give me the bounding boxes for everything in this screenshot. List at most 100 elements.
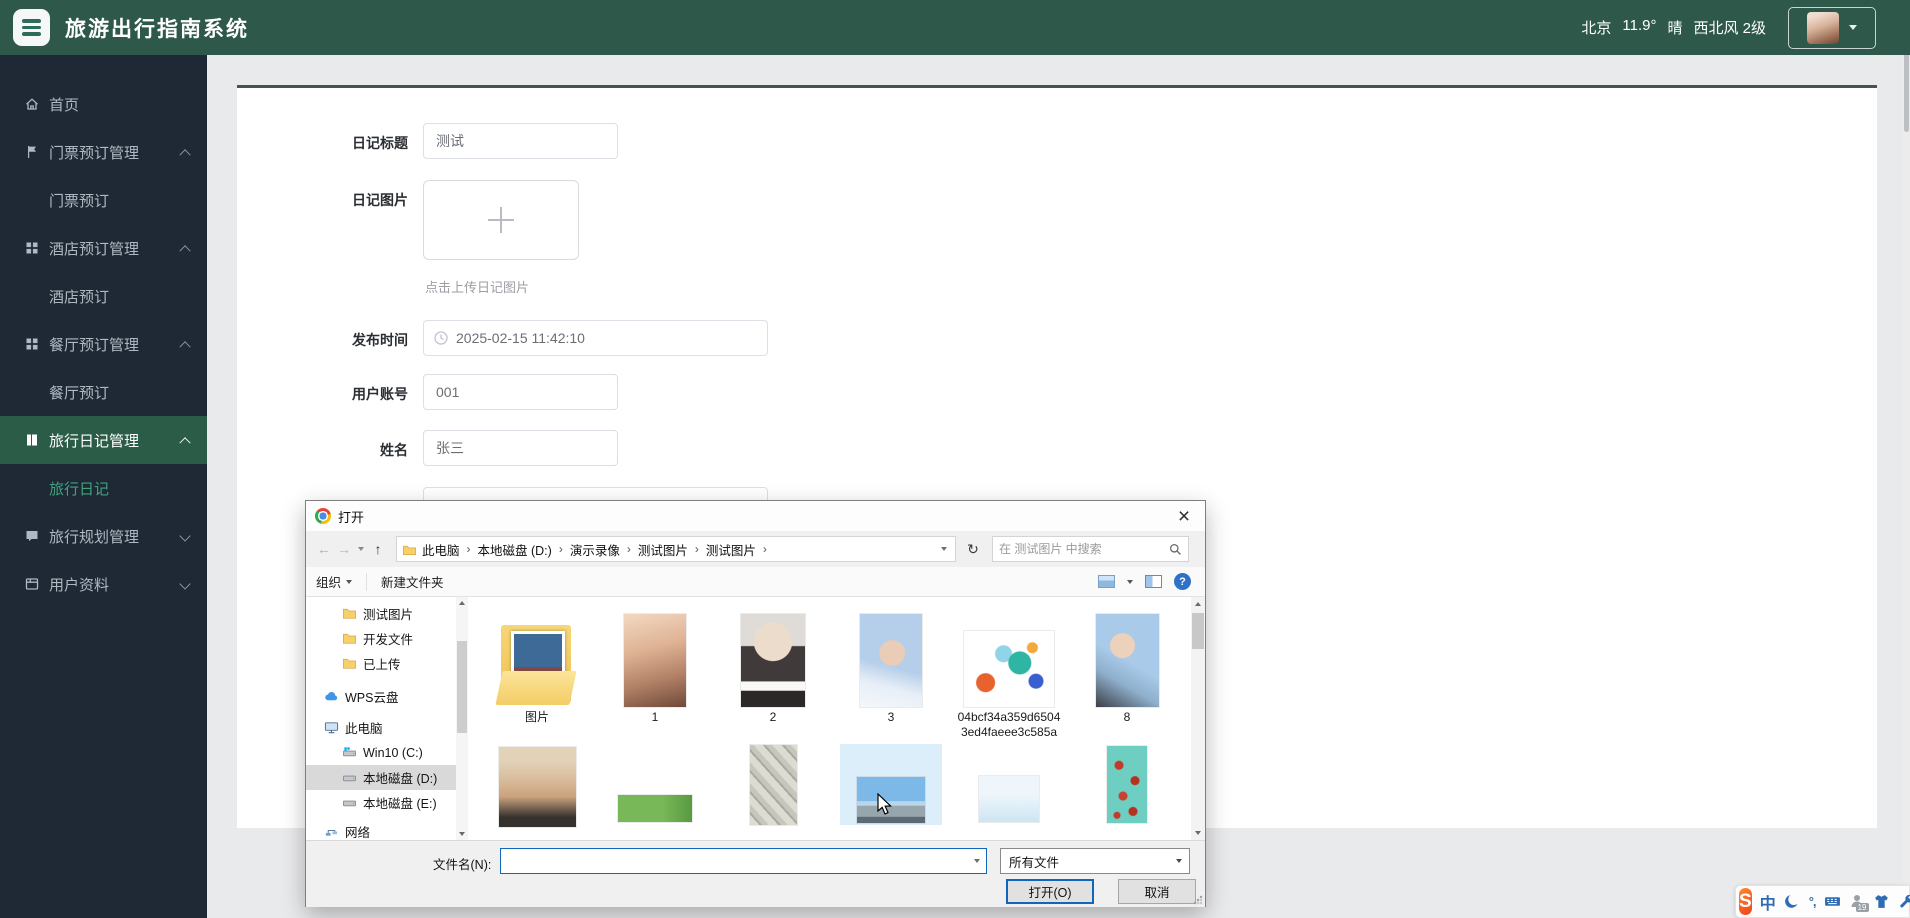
- file-tile-folder[interactable]: 图片: [478, 611, 596, 740]
- weather-city: 北京: [1581, 20, 1612, 37]
- ime-mode-toggle[interactable]: 中: [1760, 890, 1776, 914]
- keyboard-icon[interactable]: [1824, 893, 1841, 910]
- up-button[interactable]: [368, 537, 388, 561]
- chat-icon: [26, 531, 38, 542]
- user-menu[interactable]: [1788, 6, 1876, 49]
- sidebar-item-plan-mgmt[interactable]: 旅行规划管理: [0, 512, 207, 560]
- filetype-select[interactable]: 所有文件: [1000, 848, 1190, 874]
- filename-dropdown-icon[interactable]: [974, 859, 980, 863]
- publish-time-input[interactable]: [423, 320, 768, 356]
- organize-button[interactable]: 组织: [306, 567, 362, 596]
- file-thumbnail: [741, 614, 805, 707]
- file-thumbnail: [498, 747, 576, 827]
- tree-item-drive-e[interactable]: 本地磁盘 (E:): [306, 790, 468, 815]
- view-dropdown-icon[interactable]: [1127, 579, 1133, 584]
- breadcrumb-item[interactable]: 测试图片: [633, 540, 693, 559]
- tree-item-folder[interactable]: 已上传: [306, 651, 468, 676]
- wrench-icon[interactable]: [1898, 893, 1910, 910]
- weather-info: 北京 11.9° 晴 西北风 2级: [1581, 17, 1766, 38]
- help-icon[interactable]: [1174, 573, 1191, 590]
- sidebar-item-home[interactable]: 首页: [0, 80, 207, 128]
- image-upload-box[interactable]: [423, 180, 579, 260]
- sidebar-item-user-profile[interactable]: 用户资料: [0, 560, 207, 608]
- tree-item-drive-d[interactable]: 本地磁盘 (D:): [306, 765, 468, 790]
- chevron-up-icon: [179, 341, 191, 353]
- search-input[interactable]: [999, 542, 1169, 556]
- sidebar-item-travel-diary[interactable]: 旅行日记: [0, 464, 207, 512]
- search-box: [992, 536, 1189, 562]
- folder-icon: [343, 658, 356, 669]
- close-icon[interactable]: [1163, 501, 1205, 531]
- file-tile[interactable]: [596, 744, 714, 827]
- breadcrumb-item[interactable]: 本地磁盘 (D:): [473, 540, 557, 559]
- file-tile[interactable]: 04bcf34a359d65043ed4faeee3c585a: [950, 611, 1068, 740]
- file-tile[interactable]: [950, 744, 1068, 827]
- sidebar-item-restaurant-mgmt[interactable]: 餐厅预订管理: [0, 320, 207, 368]
- breadcrumb-item[interactable]: 测试图片: [701, 540, 761, 559]
- file-name: 3: [887, 710, 895, 724]
- resize-grip[interactable]: [1193, 895, 1203, 905]
- sidebar-item-hotel-booking[interactable]: 酒店预订: [0, 272, 207, 320]
- file-tile[interactable]: 2: [714, 611, 832, 740]
- breadcrumb-item[interactable]: 此电脑: [417, 540, 465, 559]
- list-scrollbar-thumb[interactable]: [1192, 613, 1204, 649]
- file-tile[interactable]: 1: [596, 611, 714, 740]
- tree-scrollbar[interactable]: [456, 597, 468, 840]
- page-scrollbar[interactable]: [1903, 0, 1910, 918]
- chevron-up-icon: [179, 245, 191, 257]
- tree-item-this-pc[interactable]: 此电脑: [306, 715, 468, 740]
- sidebar-item-restaurant-booking[interactable]: 餐厅预订: [0, 368, 207, 416]
- refresh-button[interactable]: [962, 537, 984, 561]
- tree-item-folder[interactable]: 开发文件: [306, 626, 468, 651]
- tree-item-wps-cloud[interactable]: WPS云盘: [306, 684, 468, 709]
- scroll-up-icon[interactable]: [456, 597, 468, 609]
- back-button[interactable]: [314, 537, 334, 561]
- open-button[interactable]: 打开(O): [1006, 879, 1094, 904]
- folder-icon: [403, 545, 416, 555]
- file-tile[interactable]: [714, 744, 832, 827]
- folder-tree: 测试图片 开发文件 已上传 WPS云盘 此电脑 Win10 (C:) 本地磁盘 …: [306, 597, 468, 840]
- preview-pane-icon[interactable]: [1145, 575, 1162, 588]
- scroll-up-icon[interactable]: [1191, 597, 1205, 611]
- sogou-logo-icon[interactable]: [1739, 888, 1752, 915]
- cancel-button[interactable]: 取消: [1118, 879, 1196, 904]
- folder-icon: [343, 608, 356, 619]
- open-file-dialog: 打开 此电脑 本地磁盘 (D:) 演示录像 测试图片 测试图片: [305, 500, 1206, 907]
- user-account-input[interactable]: [423, 374, 618, 410]
- sidebar-item-hotel-mgmt[interactable]: 酒店预订管理: [0, 224, 207, 272]
- name-input[interactable]: [423, 430, 618, 466]
- tree-item-folder[interactable]: 测试图片: [306, 601, 468, 626]
- tree-item-drive-c[interactable]: Win10 (C:): [306, 740, 468, 765]
- tshirt-icon[interactable]: [1873, 893, 1890, 910]
- breadcrumb-dropdown-icon[interactable]: [941, 547, 947, 551]
- moon-icon[interactable]: [1784, 893, 1801, 910]
- new-folder-button[interactable]: 新建文件夹: [371, 567, 454, 596]
- file-tile[interactable]: 8: [1068, 611, 1186, 740]
- diary-title-input[interactable]: [423, 123, 618, 159]
- forward-button[interactable]: [334, 537, 354, 561]
- breadcrumb-item[interactable]: 演示录像: [565, 540, 625, 559]
- punctuation-icon[interactable]: [1809, 894, 1816, 909]
- file-tile[interactable]: [1068, 744, 1186, 827]
- history-dropdown-icon[interactable]: [354, 537, 368, 561]
- user-skin-icon[interactable]: 19: [1849, 893, 1869, 912]
- tree-item-network[interactable]: 网络: [306, 819, 468, 840]
- file-thumbnail: [749, 745, 797, 825]
- filename-input[interactable]: [506, 850, 966, 872]
- sidebar-item-diary-mgmt[interactable]: 旅行日记管理: [0, 416, 207, 464]
- file-list-scrollbar[interactable]: [1191, 597, 1205, 840]
- scroll-down-icon[interactable]: [456, 828, 468, 840]
- sidebar-item-ticket-booking[interactable]: 门票预订: [0, 176, 207, 224]
- sidebar-item-ticket-mgmt[interactable]: 门票预订管理: [0, 128, 207, 176]
- file-tile[interactable]: 3: [832, 611, 950, 740]
- menu-toggle-button[interactable]: [13, 9, 50, 46]
- filename-input-box: [500, 848, 987, 874]
- change-view-icon[interactable]: [1098, 575, 1115, 588]
- tree-scrollbar-thumb[interactable]: [457, 641, 467, 733]
- file-tile[interactable]: [478, 744, 596, 827]
- scroll-down-icon[interactable]: [1191, 826, 1205, 840]
- home-icon: [26, 98, 38, 110]
- chevron-up-icon: [179, 149, 191, 161]
- weather-condition: 晴: [1667, 20, 1683, 37]
- chevron-down-icon: [346, 579, 353, 584]
